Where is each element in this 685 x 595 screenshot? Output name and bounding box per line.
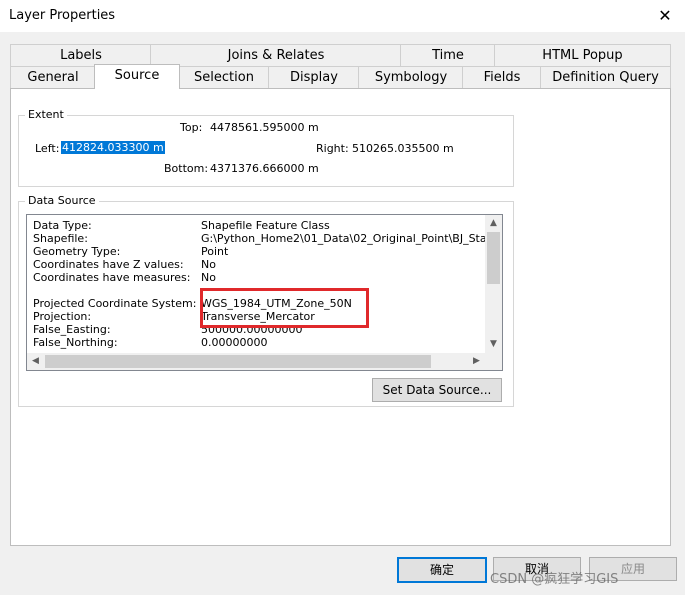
highlight-box — [200, 288, 369, 328]
tab-fields[interactable]: Fields — [462, 66, 542, 88]
close-icon[interactable]: ✕ — [653, 4, 677, 28]
watermark: CSDN @疯狂学习GIS — [490, 572, 619, 587]
tab-general[interactable]: General — [10, 66, 96, 88]
tab-time[interactable]: Time — [400, 44, 496, 66]
tab-labels[interactable]: Labels — [10, 44, 152, 66]
extent-left-value[interactable]: 412824.033300 m — [61, 141, 165, 154]
set-data-source-button[interactable]: Set Data Source... — [372, 378, 502, 402]
extent-left-label: Left: — [35, 142, 60, 155]
chevron-down-icon[interactable]: ▼ — [485, 336, 502, 353]
vertical-scrollbar[interactable]: ▲ ▼ — [485, 215, 502, 353]
title-bar: Layer Properties ✕ — [0, 0, 685, 32]
extent-right-label: Right: — [316, 142, 349, 155]
tab-joins-relates[interactable]: Joins & Relates — [150, 44, 402, 66]
extent-top-label: Top: — [180, 121, 203, 134]
horizontal-scrollbar[interactable]: ◀ ▶ — [27, 353, 485, 370]
extent-group-label: Extent — [25, 108, 67, 121]
chevron-up-icon[interactable]: ▲ — [485, 215, 502, 232]
extent-bottom-label: Bottom: — [164, 162, 209, 175]
layer-properties-dialog: Layer Properties ✕ Labels Joins & Relate… — [0, 0, 685, 595]
extent-right-value: 510265.035500 m — [352, 142, 454, 155]
vertical-scroll-thumb[interactable] — [487, 232, 500, 284]
data-source-group-label: Data Source — [25, 194, 99, 207]
tab-display[interactable]: Display — [268, 66, 360, 88]
tab-selection[interactable]: Selection — [178, 66, 270, 88]
scrollbar-corner — [485, 353, 502, 370]
horizontal-scroll-thumb[interactable] — [45, 355, 431, 368]
tab-html-popup[interactable]: HTML Popup — [494, 44, 671, 66]
tab-definition-query[interactable]: Definition Query — [540, 66, 671, 88]
tab-source[interactable]: Source — [94, 64, 180, 89]
window-title: Layer Properties — [9, 8, 116, 23]
ok-button[interactable]: 确定 — [397, 557, 487, 583]
chevron-right-icon[interactable]: ▶ — [468, 353, 485, 370]
extent-bottom-value: 4371376.666000 m — [210, 162, 319, 175]
extent-top-value: 4478561.595000 m — [210, 121, 319, 134]
tab-symbology[interactable]: Symbology — [358, 66, 464, 88]
chevron-left-icon[interactable]: ◀ — [27, 353, 44, 370]
